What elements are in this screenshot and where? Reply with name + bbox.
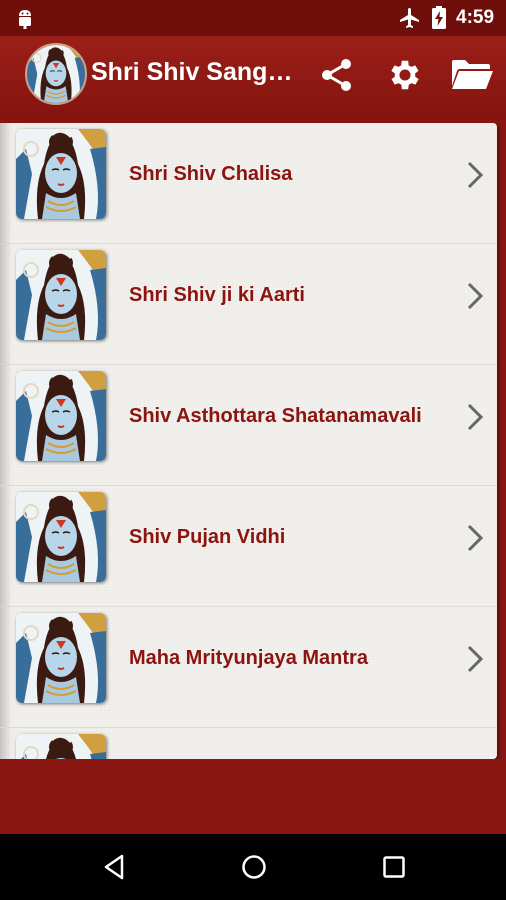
airplane-mode-icon	[400, 8, 419, 28]
share-icon[interactable]	[318, 56, 356, 94]
shiva-thumbnail	[16, 492, 106, 582]
settings-gear-icon[interactable]	[386, 56, 424, 94]
shiva-thumbnail	[16, 371, 106, 461]
chevron-right-icon	[467, 524, 484, 552]
list-item[interactable]: Shiv Pujan Vidhi	[0, 486, 497, 607]
status-time: 4:59	[456, 7, 495, 28]
list-item-label: Shiv Pujan Vidhi	[129, 526, 286, 548]
list-item-label: Shri Shiv ji ki Aarti	[129, 284, 305, 306]
recent-apps-icon[interactable]	[382, 855, 406, 879]
chevron-right-icon	[467, 403, 484, 431]
app-logo-avatar[interactable]	[25, 43, 87, 105]
list-item-label: Shri Shiv Chalisa	[129, 163, 293, 185]
chevron-right-icon	[467, 282, 484, 310]
navigation-bar	[0, 834, 506, 900]
shiva-thumbnail	[16, 250, 106, 340]
folder-icon[interactable]	[450, 58, 494, 92]
list-item[interactable]: Shiv Asthottara Shatanamavali	[0, 365, 497, 486]
android-icon	[19, 10, 31, 29]
home-icon[interactable]	[240, 853, 268, 881]
chevron-right-icon	[467, 161, 484, 189]
list-item[interactable]: Shri Shiv Chalisa	[0, 123, 497, 244]
back-icon[interactable]	[100, 853, 128, 881]
background-panel	[0, 759, 506, 834]
shiva-thumbnail	[16, 129, 106, 219]
content-list: Shri Shiv Chalisa Shri Shiv ji ki Aarti …	[0, 123, 497, 759]
list-item-label: Shiv Asthottara Shatanamavali	[129, 405, 422, 427]
battery-icon	[432, 6, 446, 29]
chevron-right-icon	[467, 645, 484, 673]
list-item[interactable]: Maha Mrityunjaya Mantra	[0, 607, 497, 728]
shiva-thumbnail	[16, 613, 106, 703]
list-item[interactable]	[0, 728, 497, 759]
app-bar: Shri Shiv Sangrah	[0, 36, 506, 120]
app-title: Shri Shiv Sangrah	[91, 58, 296, 86]
status-bar: 4:59	[0, 0, 506, 36]
shiva-thumbnail	[16, 734, 106, 759]
list-item-label: Maha Mrityunjaya Mantra	[129, 647, 368, 669]
list-item[interactable]: Shri Shiv ji ki Aarti	[0, 244, 497, 365]
